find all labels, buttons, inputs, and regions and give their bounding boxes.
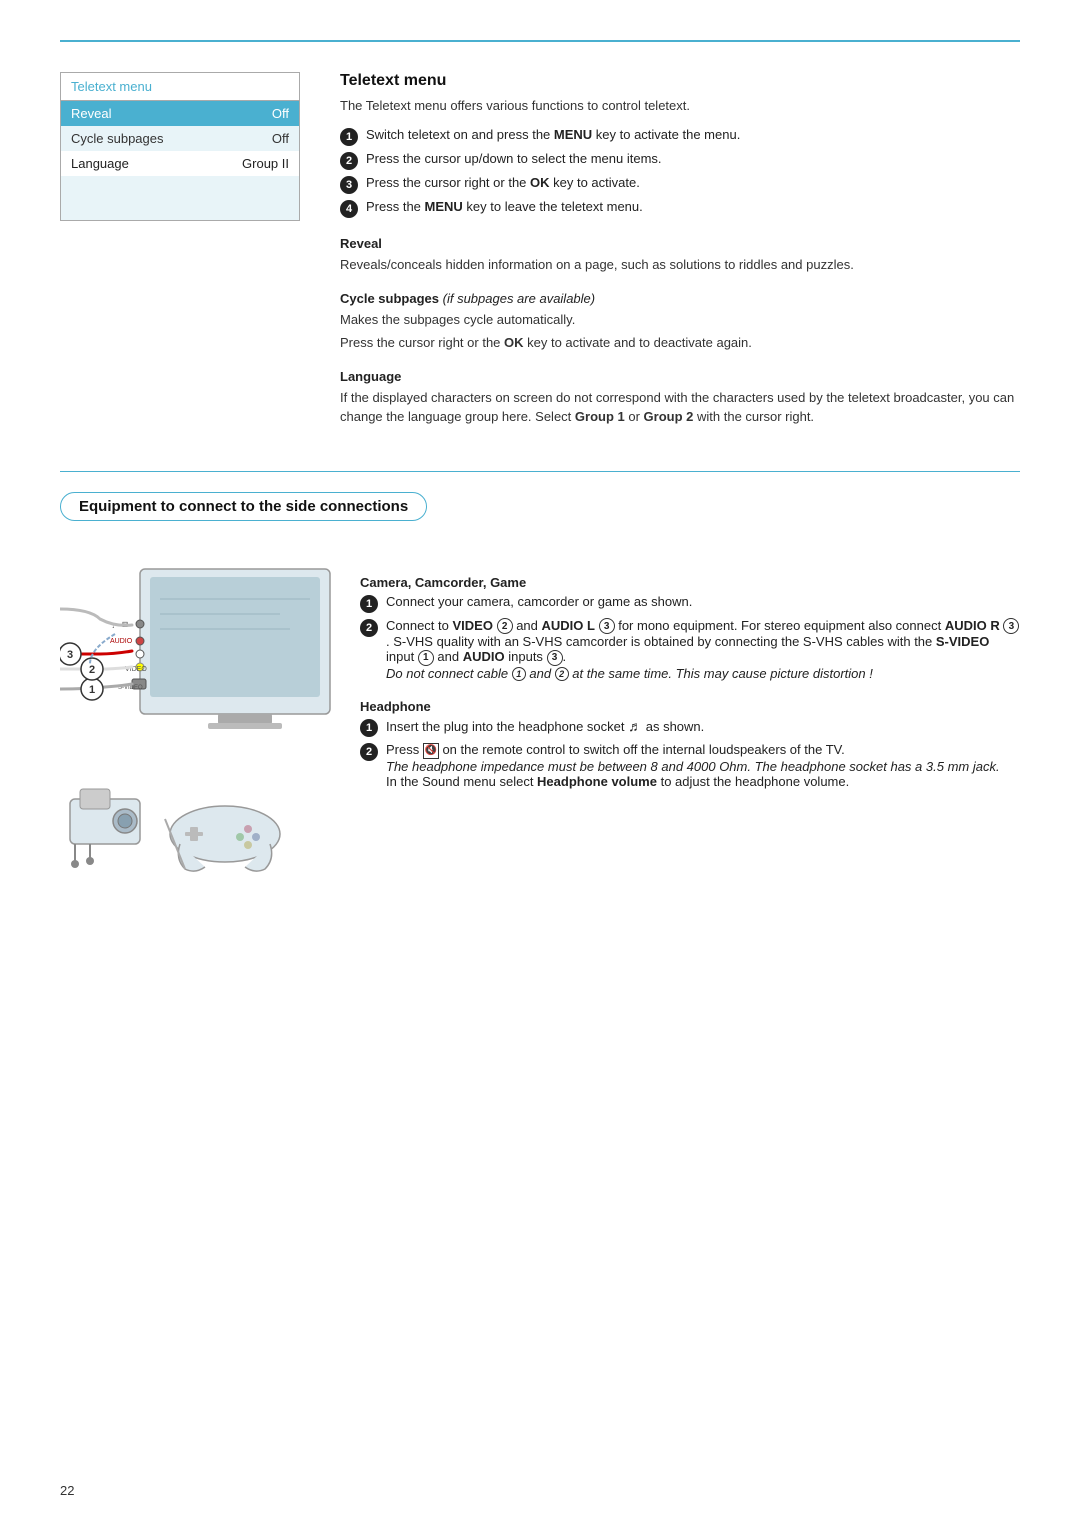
headphone-step-2-circle: 2 bbox=[360, 743, 378, 761]
step-2-circle: 2 bbox=[340, 152, 358, 170]
headphone-step-2-text: Press 🔇 on the remote control to switch … bbox=[386, 742, 1000, 789]
language-heading: Language bbox=[340, 369, 1020, 384]
svg-text:2: 2 bbox=[89, 664, 95, 676]
teletext-step-2: 2 Press the cursor up/down to select the… bbox=[340, 151, 1020, 170]
headphone-step-1: 1 Insert the plug into the headphone soc… bbox=[360, 718, 1020, 737]
camera-step-2-text: Connect to VIDEO 2 and AUDIO L 3 for mon… bbox=[386, 618, 1020, 682]
cycle-heading: Cycle subpages (if subpages are availabl… bbox=[340, 291, 1020, 306]
language-body: If the displayed characters on screen do… bbox=[340, 388, 1020, 427]
menu-table-empty-2 bbox=[61, 198, 299, 220]
menu-table-row-language[interactable]: Language Group II bbox=[61, 151, 299, 176]
language-label: Language bbox=[71, 156, 242, 171]
cycle-text-2: Press the cursor right or the OK key to … bbox=[340, 333, 1020, 353]
headphone-heading: Headphone bbox=[360, 699, 1020, 714]
step-3-circle: 3 bbox=[340, 176, 358, 194]
camera-heading: Camera, Camcorder, Game bbox=[360, 575, 1020, 590]
reveal-body: Reveals/conceals hidden information on a… bbox=[340, 255, 1020, 275]
mid-divider bbox=[60, 471, 1020, 472]
page-number: 22 bbox=[60, 1483, 74, 1498]
page-container: Teletext menu Reveal Off Cycle subpages … bbox=[0, 0, 1080, 1528]
teletext-step-1: 1 Switch teletext on and press the MENU … bbox=[340, 127, 1020, 146]
teletext-section-title: Teletext menu bbox=[340, 72, 1020, 90]
camera-step-2-circle: 2 bbox=[360, 619, 378, 637]
headphone-step-2: 2 Press 🔇 on the remote control to switc… bbox=[360, 742, 1020, 789]
language-value: Group II bbox=[242, 156, 289, 171]
equipment-section-header: Equipment to connect to the side connect… bbox=[60, 492, 427, 521]
cycle-italic-note: (if subpages are available) bbox=[443, 291, 595, 306]
teletext-section-intro: The Teletext menu offers various functio… bbox=[340, 98, 1020, 113]
camera-steps-list: 1 Connect your camera, camcorder or game… bbox=[360, 594, 1020, 682]
cycle-label: Cycle subpages bbox=[71, 131, 272, 146]
equipment-illustration-area: ⚅ VIDEO S-VIDEO ♩ AUDIO bbox=[60, 559, 360, 902]
step-4-circle: 4 bbox=[340, 200, 358, 218]
equipment-illustration-svg: ⚅ VIDEO S-VIDEO ♩ AUDIO bbox=[60, 559, 340, 899]
camera-step-1: 1 Connect your camera, camcorder or game… bbox=[360, 594, 1020, 613]
top-section: Teletext menu Reveal Off Cycle subpages … bbox=[60, 72, 1020, 431]
camera-step-1-text: Connect your camera, camcorder or game a… bbox=[386, 594, 692, 609]
step-1-text: Switch teletext on and press the MENU ke… bbox=[366, 127, 740, 142]
teletext-step-3: 3 Press the cursor right or the OK key t… bbox=[340, 175, 1020, 194]
menu-table-row-cycle[interactable]: Cycle subpages Off bbox=[61, 126, 299, 151]
headphone-step-1-text: Insert the plug into the headphone socke… bbox=[386, 718, 704, 734]
svg-text:1: 1 bbox=[89, 684, 95, 696]
teletext-steps-list: 1 Switch teletext on and press the MENU … bbox=[340, 127, 1020, 218]
reveal-label: Reveal bbox=[71, 106, 272, 121]
reveal-value: Off bbox=[272, 106, 289, 121]
cycle-text-1: Makes the subpages cycle automatically. bbox=[340, 310, 1020, 330]
equipment-instructions: Camera, Camcorder, Game 1 Connect your c… bbox=[360, 559, 1020, 902]
step-1-circle: 1 bbox=[340, 128, 358, 146]
step-2-text: Press the cursor up/down to select the m… bbox=[366, 151, 662, 166]
svg-text:AUDIO: AUDIO bbox=[110, 638, 133, 645]
camera-step-2: 2 Connect to VIDEO 2 and AUDIO L 3 for m… bbox=[360, 618, 1020, 682]
menu-table: Teletext menu Reveal Off Cycle subpages … bbox=[60, 72, 300, 221]
step-4-text: Press the MENU key to leave the teletext… bbox=[366, 199, 643, 214]
svg-text:3: 3 bbox=[67, 649, 73, 661]
camera-step-1-circle: 1 bbox=[360, 595, 378, 613]
headphone-step-1-circle: 1 bbox=[360, 719, 378, 737]
menu-table-header: Teletext menu bbox=[61, 73, 299, 101]
step-3-text: Press the cursor right or the OK key to … bbox=[366, 175, 640, 190]
bottom-section: ⚅ VIDEO S-VIDEO ♩ AUDIO bbox=[60, 559, 1020, 902]
menu-table-row-reveal[interactable]: Reveal Off bbox=[61, 101, 299, 126]
teletext-step-4: 4 Press the MENU key to leave the telete… bbox=[340, 199, 1020, 218]
top-divider bbox=[60, 40, 1020, 42]
headphone-steps-list: 1 Insert the plug into the headphone soc… bbox=[360, 718, 1020, 789]
teletext-right-content: Teletext menu The Teletext menu offers v… bbox=[340, 72, 1020, 431]
cycle-value: Off bbox=[272, 131, 289, 146]
menu-table-empty-1 bbox=[61, 176, 299, 198]
menu-table-container: Teletext menu Reveal Off Cycle subpages … bbox=[60, 72, 300, 431]
reveal-heading: Reveal bbox=[340, 236, 1020, 251]
